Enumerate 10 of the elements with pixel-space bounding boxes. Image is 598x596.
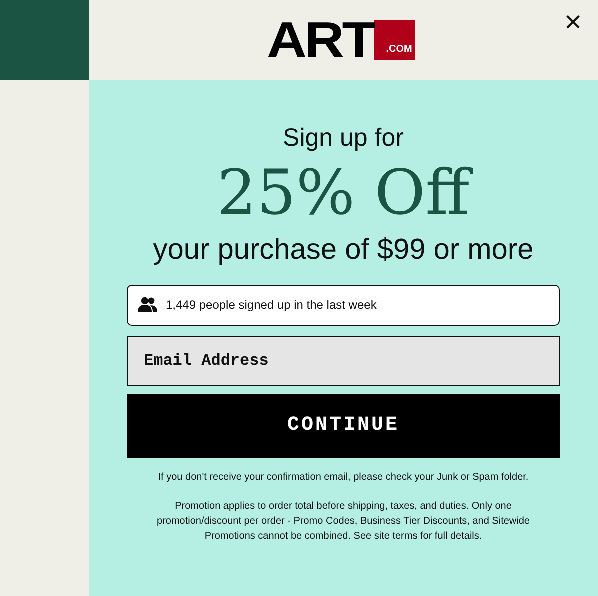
close-button[interactable]: × bbox=[560, 8, 586, 38]
people-icon bbox=[138, 297, 158, 313]
offer-headline: 25% Off bbox=[211, 154, 476, 231]
headline-intro: Sign up for bbox=[283, 123, 404, 154]
email-field[interactable]: Email Address bbox=[127, 336, 560, 386]
spam-notice: If you don't receive your confirmation email, please check your Junk or Spam folder. bbox=[158, 470, 529, 484]
continue-button[interactable]: CONTINUE bbox=[127, 394, 560, 458]
signup-count-text: 1,449 people signed up in the last week bbox=[166, 297, 377, 314]
terms-text: Promotion applies to order total before shipping, taxes, and duties. Only one promotion/discount per order - Promo Codes, Business Tier Discounts, and Sitewide Promotions cannot be combined. See site terms for full details. bbox=[156, 500, 531, 544]
offer-condition: your purchase of $99 or more bbox=[153, 233, 534, 268]
